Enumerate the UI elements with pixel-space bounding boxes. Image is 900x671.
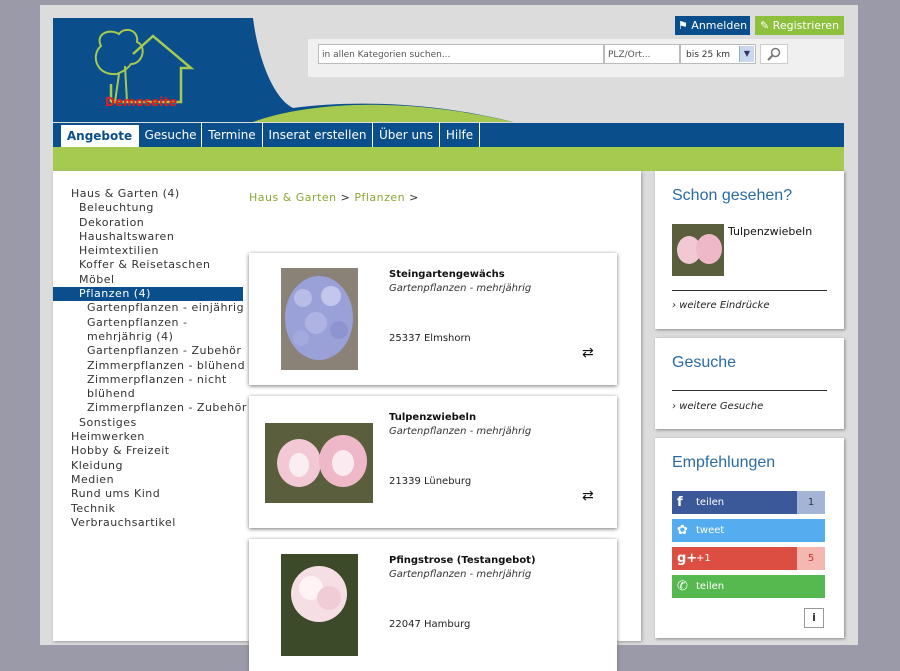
main-nav: Angebote Gesuche Termine Inserat erstell… bbox=[53, 123, 844, 147]
category-item[interactable]: Möbel bbox=[53, 273, 243, 287]
category-item[interactable]: Koffer & Reisetaschen bbox=[53, 258, 243, 272]
sub-nav-bar bbox=[53, 147, 844, 171]
divider bbox=[672, 390, 827, 391]
listing-category: Gartenpflanzen - mehrjährig bbox=[389, 426, 532, 437]
category-tree: Haus & Garten (4) Beleuchtung Dekoration… bbox=[53, 187, 246, 530]
category-item[interactable]: Zimmerpflanzen - nicht bbox=[53, 373, 243, 387]
category-item[interactable]: Zimmerpflanzen - blühend bbox=[53, 359, 245, 373]
listing-image[interactable] bbox=[281, 554, 358, 656]
category-item[interactable]: Heimwerken bbox=[53, 430, 243, 444]
shuffle-icon[interactable]: ⇄ bbox=[582, 488, 594, 504]
more-requests-link[interactable]: › weitere Gesuche bbox=[672, 401, 763, 412]
category-item[interactable]: Beleuchtung bbox=[53, 201, 243, 215]
facebook-share-button[interactable]: f teilen 1 bbox=[672, 491, 825, 514]
gplus-share-button[interactable]: g+ +1 5 bbox=[672, 547, 825, 570]
category-search-input[interactable]: in allen Kategorien suchen... bbox=[318, 44, 604, 64]
category-item[interactable]: Heimtextilien bbox=[53, 244, 243, 258]
shuffle-icon[interactable]: ⇄ bbox=[582, 345, 594, 361]
listing-card[interactable]: Tulpenzwiebeln Gartenpflanzen - mehrjähr… bbox=[249, 396, 617, 528]
info-icon[interactable]: i bbox=[804, 608, 824, 628]
listing-card[interactable]: Pfingstrose (Testangebot) Gartenpflanzen… bbox=[249, 539, 617, 671]
category-item[interactable]: Technik bbox=[53, 502, 243, 516]
listing-image[interactable] bbox=[265, 423, 373, 503]
page-frame: Demoseite ⚑ Anmelden ✎ Registrieren in a… bbox=[40, 5, 858, 671]
listing-card[interactable]: Steingartengewächs Gartenpflanzen - mehr… bbox=[249, 253, 617, 385]
nav-termine[interactable]: Termine bbox=[202, 123, 263, 147]
gplus-count: 5 bbox=[797, 547, 825, 570]
listing-title[interactable]: Tulpenzwiebeln bbox=[389, 412, 476, 423]
category-item[interactable]: blühend bbox=[53, 387, 243, 401]
logo-icon[interactable] bbox=[81, 24, 196, 104]
category-item[interactable]: Gartenpflanzen - einjährig bbox=[53, 301, 244, 315]
main-content: Haus & Garten (4) Beleuchtung Dekoration… bbox=[53, 171, 641, 671]
more-impressions-link[interactable]: › weitere Eindrücke bbox=[672, 300, 770, 311]
listing-title[interactable]: Steingartengewächs bbox=[389, 269, 505, 280]
panel-title: Schon gesehen? bbox=[672, 187, 793, 204]
category-item[interactable]: Medien bbox=[53, 473, 243, 487]
twitter-share-button[interactable]: ✿ tweet bbox=[672, 519, 825, 542]
breadcrumb-link-haus-garten[interactable]: Haus & Garten bbox=[249, 191, 337, 204]
radius-select[interactable]: bis 25 km ▼ bbox=[680, 44, 756, 64]
twitter-icon: ✿ bbox=[677, 523, 688, 538]
category-item[interactable]: Gartenpflanzen - Zubehör bbox=[53, 344, 243, 358]
plz-input[interactable]: PLZ/Ort... bbox=[604, 44, 680, 64]
listing-location: 21339 Lüneburg bbox=[389, 476, 472, 487]
recent-item-title[interactable]: Tulpenzwiebeln bbox=[728, 225, 812, 238]
requests-panel: Gesuche › weitere Gesuche bbox=[655, 338, 844, 429]
search-icon bbox=[767, 47, 781, 61]
facebook-icon: f bbox=[677, 495, 683, 510]
chevron-right-icon: › bbox=[672, 300, 676, 311]
recent-item-image[interactable] bbox=[672, 224, 724, 276]
listing-location: 25337 Elmshorn bbox=[389, 333, 471, 344]
category-item[interactable]: Gartenpflanzen - bbox=[53, 316, 243, 330]
whatsapp-share-button[interactable]: ✆ teilen bbox=[672, 575, 825, 598]
category-item[interactable]: Sonstiges bbox=[53, 416, 243, 430]
chevron-down-icon: ▼ bbox=[739, 46, 754, 62]
category-item[interactable]: mehrjährig (4) bbox=[53, 330, 243, 344]
breadcrumb-link-pflanzen[interactable]: Pflanzen bbox=[354, 191, 405, 204]
search-bar: in allen Kategorien suchen... PLZ/Ort...… bbox=[308, 39, 844, 77]
category-item-selected[interactable]: Pflanzen (4) bbox=[53, 287, 243, 302]
category-item[interactable]: Hobby & Freizeit bbox=[53, 444, 243, 458]
facebook-count: 1 bbox=[797, 491, 825, 514]
nav-ueber-uns[interactable]: Über uns bbox=[373, 123, 440, 147]
header: Demoseite ⚑ Anmelden ✎ Registrieren in a… bbox=[53, 16, 844, 122]
recently-viewed-panel: Schon gesehen? Tulpenzwiebeln › weitere … bbox=[655, 171, 844, 329]
category-item[interactable]: Kleidung bbox=[53, 459, 243, 473]
recommendations-panel: Empfehlungen f teilen 1 ✿ tweet g+ +1 5 … bbox=[655, 438, 844, 638]
category-item[interactable]: Zimmerpflanzen - Zubehör bbox=[53, 401, 246, 415]
panel-title: Gesuche bbox=[672, 354, 737, 371]
search-button[interactable] bbox=[760, 44, 788, 64]
panel-title: Empfehlungen bbox=[672, 454, 776, 471]
listing-category: Gartenpflanzen - mehrjährig bbox=[389, 569, 532, 580]
listing-image[interactable] bbox=[281, 268, 358, 370]
category-item[interactable]: Dekoration bbox=[53, 216, 243, 230]
tag-icon: ⚑ bbox=[677, 19, 688, 32]
category-item[interactable]: Haus & Garten (4) bbox=[53, 187, 243, 201]
listing-category: Gartenpflanzen - mehrjährig bbox=[389, 283, 532, 294]
google-plus-icon: g+ bbox=[677, 551, 698, 566]
divider bbox=[672, 290, 827, 291]
listing-location: 22047 Hamburg bbox=[389, 619, 471, 630]
listing-title[interactable]: Pfingstrose (Testangebot) bbox=[389, 555, 536, 566]
nav-hilfe[interactable]: Hilfe bbox=[440, 123, 480, 147]
login-button[interactable]: ⚑ Anmelden bbox=[675, 16, 750, 35]
pencil-icon: ✎ bbox=[759, 19, 770, 32]
nav-gesuche[interactable]: Gesuche bbox=[140, 123, 202, 147]
category-item[interactable]: Verbrauchsartikel bbox=[53, 516, 243, 530]
nav-inserat-erstellen[interactable]: Inserat erstellen bbox=[263, 123, 373, 147]
category-item[interactable]: Rund ums Kind bbox=[53, 487, 243, 501]
breadcrumb: Haus & Garten > Pflanzen > bbox=[249, 191, 419, 204]
register-button[interactable]: ✎ Registrieren bbox=[755, 16, 844, 35]
logo-text[interactable]: Demoseite bbox=[105, 95, 177, 109]
nav-angebote[interactable]: Angebote bbox=[61, 125, 139, 147]
chevron-right-icon: › bbox=[672, 401, 676, 412]
whatsapp-icon: ✆ bbox=[677, 579, 688, 594]
category-item[interactable]: Haushaltswaren bbox=[53, 230, 243, 244]
